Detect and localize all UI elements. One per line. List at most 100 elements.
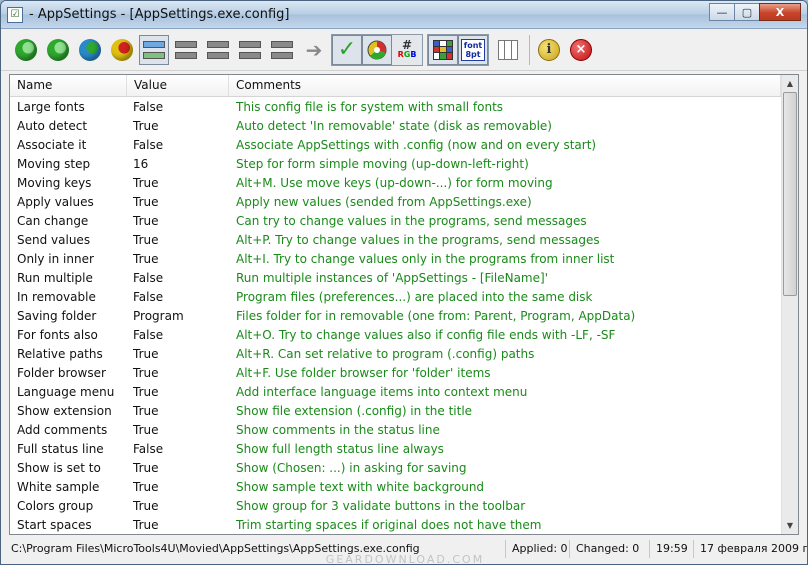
- font-icon-line2: 8pt: [465, 49, 481, 59]
- layout-top-split-button[interactable]: [171, 35, 201, 65]
- close-window-button[interactable]: X: [759, 3, 801, 21]
- row-value[interactable]: False: [127, 136, 229, 155]
- palette-button[interactable]: [428, 34, 458, 65]
- table-row[interactable]: In removable False Program files (preferen…: [10, 288, 783, 307]
- move-arrow-button[interactable]: ➔: [299, 35, 329, 65]
- table-row[interactable]: Start spaces True Trim starting spaces if …: [10, 516, 783, 534]
- table-row[interactable]: Can change True Can try to change values i…: [10, 212, 783, 231]
- row-value[interactable]: True: [127, 250, 229, 269]
- row-comment: Show full length status line always: [236, 442, 444, 456]
- row-value[interactable]: True: [127, 402, 229, 421]
- row-comment: Alt+F. Use folder browser for 'folder' i…: [236, 366, 491, 380]
- row-comment: Alt+I. Try to change values only in the …: [236, 252, 615, 266]
- font-button[interactable]: font 8pt: [458, 34, 488, 65]
- table-row[interactable]: Auto detect True Auto detect 'In removable…: [10, 117, 783, 136]
- row-value[interactable]: True: [127, 117, 229, 136]
- row-name: Send values: [17, 233, 91, 247]
- layout-full-button[interactable]: [267, 35, 297, 65]
- minimize-button[interactable]: —: [709, 3, 735, 21]
- table-row[interactable]: Full status line False Show full length st…: [10, 440, 783, 459]
- table-row[interactable]: Language menu True Add interface language …: [10, 383, 783, 402]
- column-header-name[interactable]: Name: [10, 75, 127, 96]
- row-value[interactable]: True: [127, 174, 229, 193]
- row-value[interactable]: True: [127, 345, 229, 364]
- column-header-value[interactable]: Value: [127, 75, 229, 96]
- table-row[interactable]: Saving folder Program Files folder for in …: [10, 307, 783, 326]
- validate-blue-button[interactable]: [75, 35, 105, 65]
- window-title: - AppSettings - [AppSettings.exe.config]: [29, 7, 290, 22]
- table-row[interactable]: Add comments True Show comments in the sta…: [10, 421, 783, 440]
- rgb-button[interactable]: # RGB: [392, 35, 422, 65]
- table-row[interactable]: Associate it False Associate AppSettings w…: [10, 136, 783, 155]
- table-row[interactable]: Colors group True Show group for 3 validat…: [10, 497, 783, 516]
- table-row[interactable]: Moving step 16 Step for form simple moving…: [10, 155, 783, 174]
- color-wheel-icon: [367, 40, 387, 59]
- row-value[interactable]: False: [127, 288, 229, 307]
- table-row[interactable]: White sample True Show sample text with wh…: [10, 478, 783, 497]
- row-value[interactable]: False: [127, 440, 229, 459]
- scroll-down-button[interactable]: ▼: [782, 517, 798, 534]
- rgb-b: B: [410, 49, 417, 59]
- row-value[interactable]: False: [127, 98, 229, 117]
- table-row[interactable]: For fonts also False Alt+O. Try to change …: [10, 326, 783, 345]
- row-value[interactable]: True: [127, 516, 229, 534]
- scroll-up-button[interactable]: ▲: [782, 75, 798, 92]
- app-icon[interactable]: ☑: [7, 6, 23, 23]
- row-value[interactable]: True: [127, 364, 229, 383]
- row-name: Moving step: [17, 157, 91, 171]
- row-comment: This config file is for system with smal…: [236, 100, 504, 114]
- vertical-scrollbar[interactable]: ▲ ▼: [781, 75, 798, 534]
- row-value[interactable]: True: [127, 421, 229, 440]
- row-comment: Run multiple instances of 'AppSettings -…: [236, 271, 548, 285]
- row-name: Relative paths: [17, 347, 103, 361]
- row-value[interactable]: False: [127, 326, 229, 345]
- row-value[interactable]: True: [127, 478, 229, 497]
- table-row[interactable]: Moving keys True Alt+M. Use move keys (up-…: [10, 174, 783, 193]
- column-header-comments[interactable]: Comments: [229, 75, 781, 96]
- arrow-right-icon: ➔: [305, 37, 323, 62]
- table-row[interactable]: Show extension True Show file extension (.…: [10, 402, 783, 421]
- row-value[interactable]: True: [127, 459, 229, 478]
- layout-horizontal-button[interactable]: [139, 34, 169, 65]
- row-name: Saving folder: [17, 309, 97, 323]
- table-row[interactable]: Run multiple False Run multiple instances …: [10, 269, 783, 288]
- row-value[interactable]: Program: [127, 307, 229, 326]
- row-name: Apply values: [17, 195, 94, 209]
- validate-green2-button[interactable]: [43, 35, 73, 65]
- row-value[interactable]: True: [127, 383, 229, 402]
- table-row[interactable]: Folder browser True Alt+F. Use folder brow…: [10, 364, 783, 383]
- green-ball-icon: [15, 38, 37, 61]
- row-value[interactable]: True: [127, 193, 229, 212]
- check-button[interactable]: ✓: [332, 34, 362, 65]
- settings-grid[interactable]: Name Value Comments Large fonts False This…: [9, 74, 799, 535]
- validate-green-button[interactable]: [11, 35, 41, 65]
- table-row[interactable]: Apply values True Apply new values (sended…: [10, 193, 783, 212]
- columns-button[interactable]: [493, 35, 523, 65]
- row-value[interactable]: 16: [127, 155, 229, 174]
- row-value[interactable]: True: [127, 497, 229, 516]
- colors-button[interactable]: [362, 34, 392, 65]
- palette-swatch: [446, 53, 452, 59]
- maximize-button[interactable]: ▢: [734, 3, 760, 21]
- table-row[interactable]: Only in inner True Alt+I. Try to change va…: [10, 250, 783, 269]
- row-value[interactable]: False: [127, 269, 229, 288]
- row-value[interactable]: True: [127, 231, 229, 250]
- row-value[interactable]: True: [127, 212, 229, 231]
- validate-yellow-button[interactable]: [107, 35, 137, 65]
- table-row[interactable]: Show is set to True Show (Chosen: ...) in …: [10, 459, 783, 478]
- table-row[interactable]: Relative paths True Alt+R. Can set relativ…: [10, 345, 783, 364]
- row-comment: Alt+R. Can set relative to program (.con…: [236, 347, 535, 361]
- row-comment: Show sample text with white background: [236, 480, 485, 494]
- table-row[interactable]: Send values True Alt+P. Try to change valu…: [10, 231, 783, 250]
- layout-stacked-button[interactable]: [203, 35, 233, 65]
- row-name: Moving keys: [17, 176, 92, 190]
- info-button[interactable]: i: [534, 35, 564, 65]
- layout-top-split-icon: [175, 40, 197, 59]
- font-icon-line1: font: [463, 40, 483, 50]
- scroll-thumb[interactable]: [783, 92, 797, 296]
- row-comment: Associate AppSettings with .config (now …: [236, 138, 597, 152]
- table-row[interactable]: Large fonts False This config file is for …: [10, 98, 783, 117]
- layout-bottom-split-button[interactable]: [235, 35, 265, 65]
- exit-button[interactable]: ×: [566, 35, 596, 65]
- title-bar[interactable]: ☑ - AppSettings - [AppSettings.exe.confi…: [1, 1, 807, 29]
